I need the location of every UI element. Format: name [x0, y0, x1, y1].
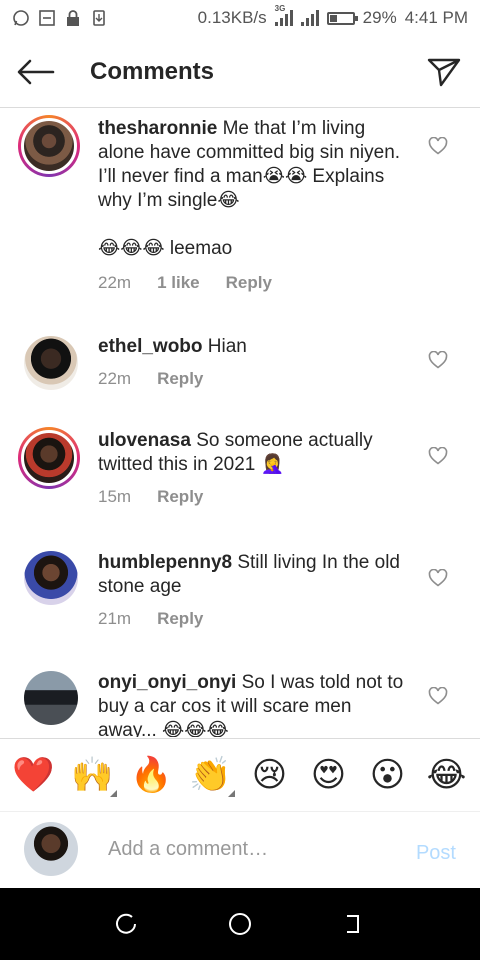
emoji-glyph: 🙌 — [71, 756, 114, 794]
reply-button[interactable]: Reply — [226, 273, 272, 293]
mobile-signal-icon: 3G — [274, 4, 293, 26]
emoji-heart-eyes-button[interactable]: 😍 — [303, 753, 355, 797]
comment-meta: 21m Reply — [98, 609, 203, 629]
send-icon — [427, 58, 461, 87]
emoji-crying-button[interactable]: 😢 — [244, 753, 296, 797]
comments-header: Comments — [0, 36, 480, 108]
whatsapp-icon — [12, 9, 30, 27]
avatar[interactable] — [24, 551, 78, 605]
comment-input[interactable]: Add a comment… — [108, 838, 268, 861]
lock-icon — [64, 9, 82, 27]
comment-username[interactable]: ethel_wobo — [98, 336, 203, 357]
reply-button[interactable]: Reply — [157, 487, 203, 507]
page-title: Comments — [90, 57, 215, 85]
current-user-avatar — [24, 822, 78, 876]
avatar[interactable] — [24, 336, 78, 390]
emoji-raising-hands-button[interactable]: 🙌 — [67, 753, 119, 797]
back-nav-icon — [347, 915, 360, 933]
recents-button[interactable] — [107, 904, 147, 944]
avatar[interactable] — [24, 671, 78, 725]
comment-meta: 22m 1 like Reply — [98, 273, 272, 293]
comment-meta: 22m Reply — [98, 369, 203, 389]
skin-tone-indicator-icon — [227, 790, 235, 797]
comment-item: humblepenny8 Still living In the old sto… — [0, 549, 480, 659]
emoji-fire-button[interactable]: 🔥 — [126, 753, 178, 797]
add-comment-bar: Add a comment… Post — [0, 812, 480, 888]
back-nav-button[interactable] — [333, 904, 373, 944]
like-heart-icon[interactable] — [428, 351, 448, 369]
emoji-clapping-button[interactable]: 👏 — [185, 753, 237, 797]
reply-button[interactable]: Reply — [157, 609, 203, 629]
home-icon — [228, 913, 251, 935]
comment-meta: 15m Reply — [98, 487, 203, 507]
comment-time: 22m — [98, 369, 132, 388]
like-heart-icon[interactable] — [428, 687, 448, 705]
battery-icon — [326, 11, 358, 25]
skin-tone-indicator-icon — [109, 790, 117, 797]
comment-username[interactable]: onyi_onyi_onyi — [98, 672, 236, 693]
signal-icon — [300, 10, 319, 26]
status-bar: 0.13KB/s 3G 29% 4:41 PM — [0, 0, 480, 36]
comment-item: thesharonnie Me that I’m living alone ha… — [0, 109, 480, 309]
recents-icon — [115, 913, 136, 934]
like-heart-icon[interactable] — [428, 447, 448, 465]
clock: 4:41 PM — [404, 8, 468, 27]
comments-list: thesharonnie Me that I’m living alone ha… — [0, 109, 480, 737]
back-arrow-icon — [17, 59, 55, 84]
avatar[interactable] — [18, 427, 80, 489]
screenshot-icon — [38, 9, 56, 27]
emoji-quick-bar: ❤️ 🙌 🔥 👏 😢 😍 😮 😂 — [0, 738, 480, 812]
comment-time: 22m — [98, 273, 132, 292]
comment-username[interactable]: ulovenasa — [98, 430, 191, 451]
home-button[interactable] — [220, 904, 260, 944]
comment-time: 21m — [98, 609, 132, 628]
comment-username[interactable]: humblepenny8 — [98, 552, 232, 573]
comment-time: 15m — [98, 487, 132, 506]
like-heart-icon[interactable] — [428, 137, 448, 155]
download-icon — [90, 9, 108, 27]
avatar[interactable] — [18, 115, 80, 177]
network-type-label: 3G — [274, 4, 286, 13]
network-speed: 0.13KB/s — [197, 8, 267, 27]
like-heart-icon[interactable] — [428, 569, 448, 587]
back-button[interactable] — [0, 36, 72, 108]
share-button[interactable] — [426, 54, 462, 90]
emoji-heart-button[interactable]: ❤️ — [8, 753, 60, 797]
battery-percent: 29% — [362, 8, 397, 27]
comment-item: ulovenasa So someone actually twitted th… — [0, 427, 480, 537]
comment-reply-text: 😂😂😂 leemao — [98, 238, 233, 259]
reply-button[interactable]: Reply — [157, 369, 203, 389]
emoji-surprised-button[interactable]: 😮 — [362, 753, 414, 797]
post-button[interactable]: Post — [416, 842, 456, 865]
comment-likes[interactable]: 1 like — [157, 273, 200, 293]
comment-text: Hian — [207, 336, 247, 357]
comment-item: onyi_onyi_onyi So I was told not to buy … — [0, 669, 480, 737]
comment-item: ethel_wobo Hian 22m Reply — [0, 333, 480, 429]
emoji-glyph: 👏 — [189, 756, 232, 794]
emoji-laughing-button[interactable]: 😂 — [421, 753, 473, 797]
system-nav-bar — [0, 888, 480, 960]
comment-username[interactable]: thesharonnie — [98, 118, 217, 139]
